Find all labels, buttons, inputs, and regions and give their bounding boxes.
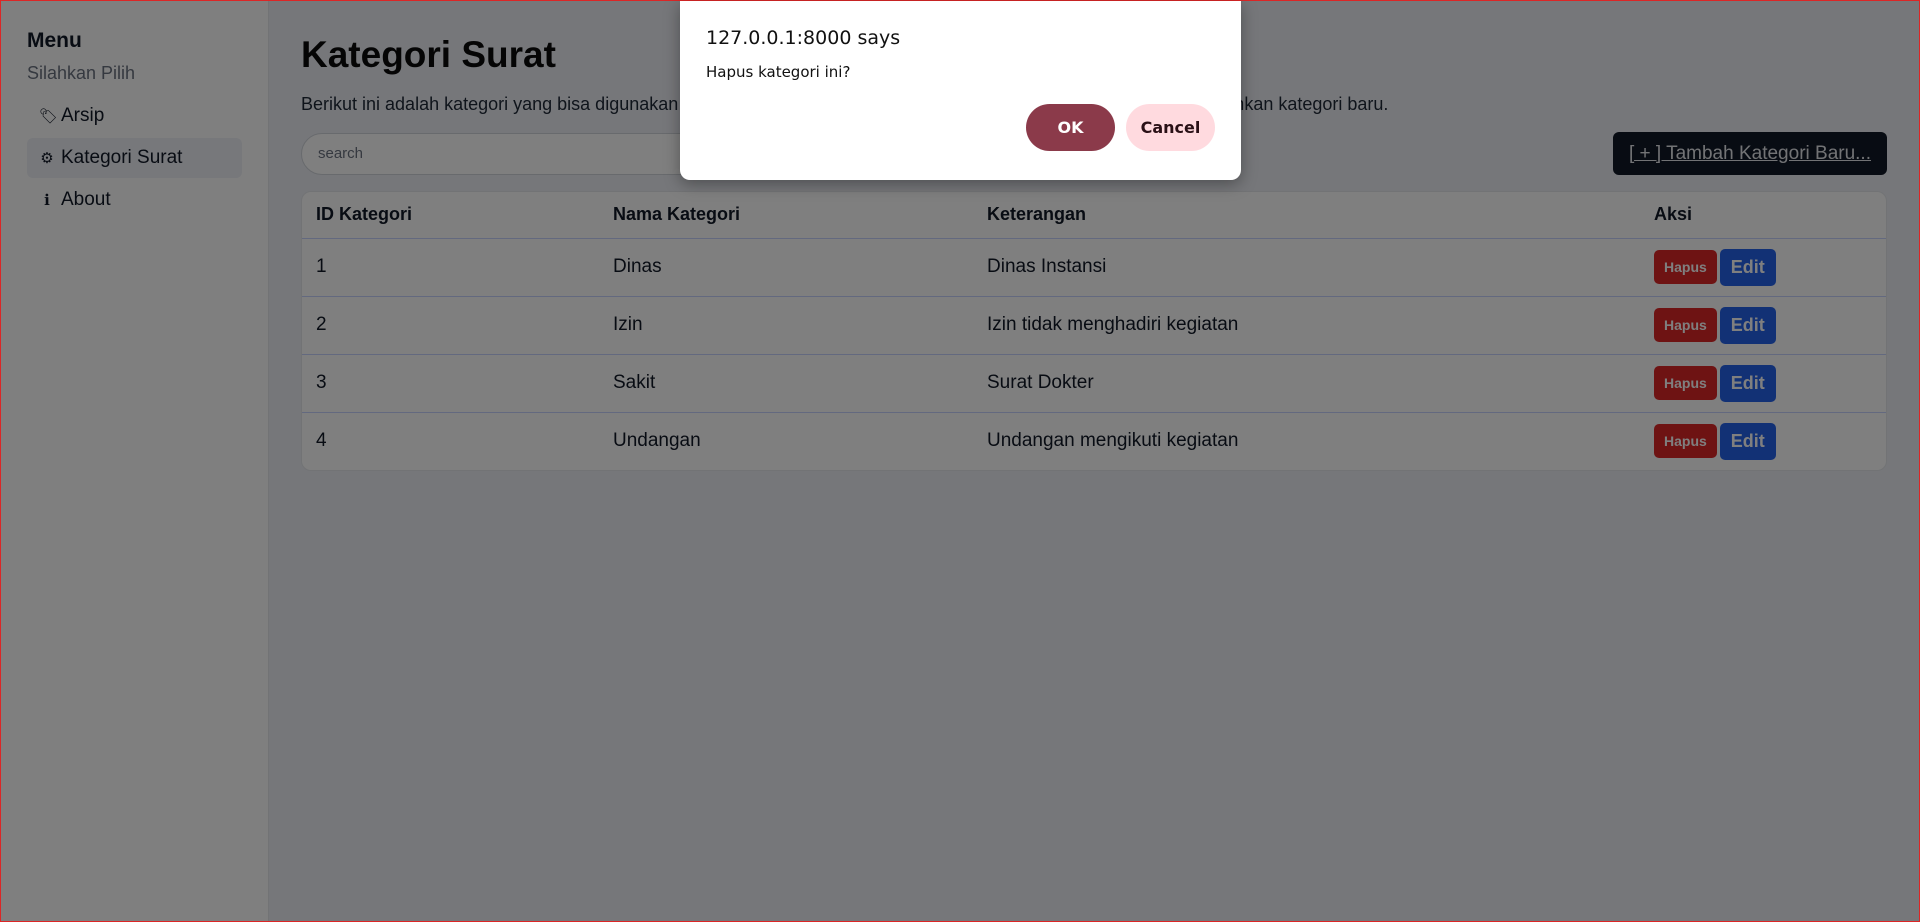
confirm-dialog: 127.0.0.1:8000 says Hapus kategori ini? …: [680, 1, 1241, 180]
cancel-button[interactable]: Cancel: [1126, 104, 1215, 151]
dialog-actions: OK Cancel: [706, 104, 1215, 151]
dialog-message: Hapus kategori ini?: [706, 63, 851, 81]
dialog-title: 127.0.0.1:8000 says: [706, 27, 901, 49]
ok-button[interactable]: OK: [1026, 104, 1115, 151]
